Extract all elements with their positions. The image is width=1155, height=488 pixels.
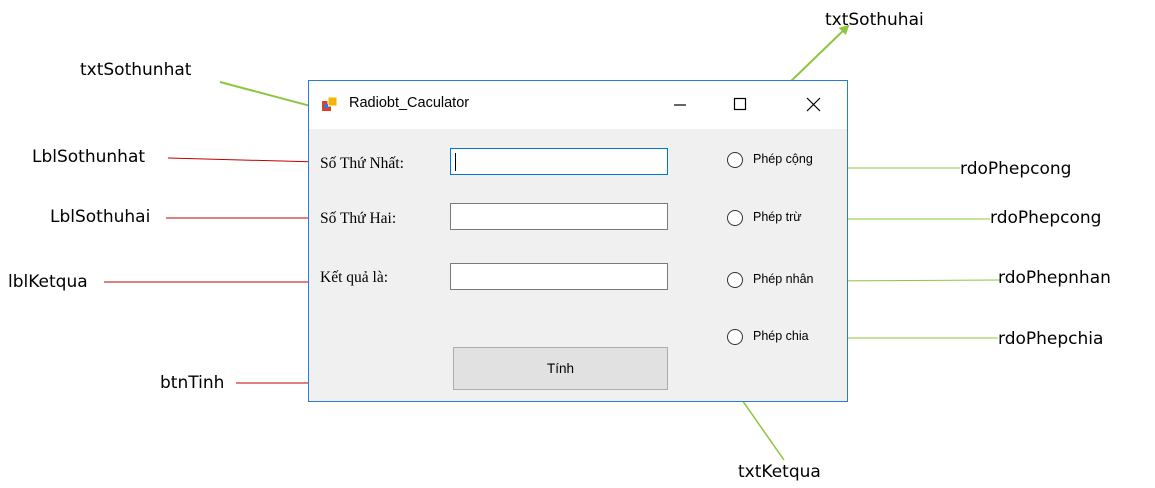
annotation-txtsothuhai: txtSothuhai <box>825 10 924 30</box>
window-title: Radiobt_Caculator <box>349 95 470 111</box>
annotation-rdo-4: rdoPhepchia <box>998 329 1104 349</box>
radio-circle <box>727 272 743 288</box>
close-icon <box>806 97 821 112</box>
label-result: Kết quả là: <box>320 269 389 286</box>
annotation-rdo-3: rdoPhepnhan <box>998 268 1111 288</box>
radio-label: Phép trừ <box>753 210 802 224</box>
annotation-rdo-1: rdoPhepcong <box>960 159 1072 179</box>
radio-circle <box>727 152 743 168</box>
first-number-input[interactable] <box>450 148 668 175</box>
label-first-number: Số Thứ Nhất: <box>320 155 404 172</box>
minimize-button[interactable] <box>657 81 703 129</box>
title-bar: Radiobt_Caculator <box>309 81 847 129</box>
annotation-lblsothunhat: LblSothunhat <box>32 147 146 167</box>
annotation-txtketqua: txtKetqua <box>738 462 821 482</box>
radio-circle <box>727 210 743 226</box>
annotation-rdo-2: rdoPhepcong <box>990 208 1102 228</box>
minimize-icon <box>674 104 686 106</box>
label-second-number: Số Thứ Hai: <box>320 210 397 227</box>
radio-label: Phép cộng <box>753 152 813 166</box>
maximize-button[interactable] <box>717 81 763 129</box>
line-lblsothunhat <box>167 157 319 163</box>
result-input[interactable] <box>450 263 668 290</box>
annotation-lblketqua: lblKetqua <box>8 272 88 292</box>
radio-label: Phép nhân <box>753 272 814 286</box>
text-caret <box>455 153 456 171</box>
close-button[interactable] <box>791 81 837 129</box>
app-icon <box>322 96 338 111</box>
annotation-txtsothunhat: txtSothunhat <box>80 60 192 80</box>
radio-label: Phép chia <box>753 329 809 343</box>
radio-circle <box>727 329 743 345</box>
calculate-button[interactable]: Tính <box>453 347 668 390</box>
annotation-lblsothuhai: LblSothuhai <box>50 207 151 227</box>
maximize-icon <box>733 97 747 111</box>
second-number-input[interactable] <box>450 203 668 230</box>
annotation-btntinh: btnTinh <box>160 373 225 393</box>
calculator-window: Radiobt_Caculator Số Thứ Nhất: Số Thứ Ha… <box>308 80 848 402</box>
